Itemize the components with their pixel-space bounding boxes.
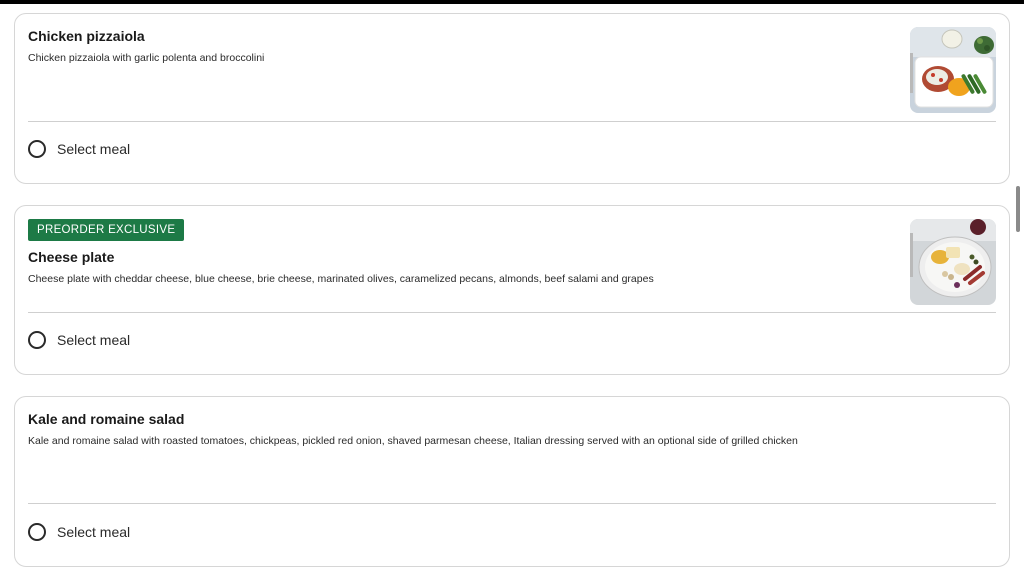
- top-border: [0, 0, 1024, 4]
- select-meal-label: Select meal: [57, 524, 131, 540]
- meal-description: Cheese plate with cheddar cheese, blue c…: [28, 273, 654, 285]
- card-divider: [28, 503, 996, 504]
- select-meal-label: Select meal: [57, 332, 131, 348]
- radio-button[interactable]: [28, 140, 46, 158]
- meal-image-cheese-plate: [910, 219, 996, 305]
- meal-image-chicken-pizzaiola: [910, 27, 996, 113]
- scrollbar-thumb[interactable]: [1016, 186, 1020, 232]
- card-divider: [28, 121, 996, 122]
- meal-title: Chicken pizzaiola: [28, 28, 145, 44]
- preorder-exclusive-badge: PREORDER EXCLUSIVE: [28, 219, 185, 241]
- meal-description: Chicken pizzaiola with garlic polenta an…: [28, 52, 265, 64]
- radio-button[interactable]: [28, 331, 46, 349]
- select-meal-option[interactable]: Select meal: [28, 138, 130, 160]
- meal-card-cheese-plate: PREORDER EXCLUSIVE Cheese plate Cheese p…: [14, 205, 1010, 375]
- select-meal-option[interactable]: Select meal: [28, 521, 130, 543]
- card-divider: [28, 312, 996, 313]
- meal-card-kale-romaine-salad: Kale and romaine salad Kale and romaine …: [14, 396, 1010, 567]
- select-meal-option[interactable]: Select meal: [28, 329, 130, 351]
- select-meal-label: Select meal: [57, 141, 131, 157]
- meal-card-chicken-pizzaiola: Chicken pizzaiola Chicken pizzaiola with…: [14, 13, 1010, 184]
- radio-button[interactable]: [28, 523, 46, 541]
- meal-description: Kale and romaine salad with roasted toma…: [28, 435, 798, 447]
- meal-title: Cheese plate: [28, 249, 115, 265]
- meal-title: Kale and romaine salad: [28, 411, 185, 427]
